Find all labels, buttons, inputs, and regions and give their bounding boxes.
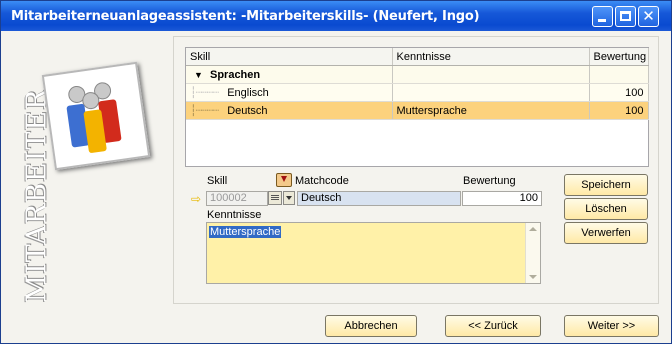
expand-triangle-icon[interactable]: ▼ xyxy=(194,70,203,80)
table-row[interactable]: ┆┈┈┈┈ Englisch 100 xyxy=(186,83,649,102)
window-title: Mitarbeiterneuanlageassistent: -Mitarbei… xyxy=(11,9,480,24)
cell-skill: ┆┈┈┈┈ Deutsch xyxy=(186,101,393,120)
group-cell-empty xyxy=(589,65,649,84)
cell-bewertung: 100 xyxy=(589,101,649,120)
minimize-button[interactable] xyxy=(592,6,613,27)
minimize-icon xyxy=(598,19,606,22)
group-cell: ▼ Sprachen xyxy=(186,65,393,84)
kenntnisse-text: Muttersprache xyxy=(209,226,282,238)
dropdown-arrow-icon[interactable] xyxy=(283,191,295,205)
speichern-button[interactable]: Speichern xyxy=(564,174,648,196)
abbrechen-button[interactable]: Abbrechen xyxy=(325,315,417,337)
scroll-down-icon[interactable] xyxy=(529,275,537,279)
title-bar: Mitarbeiterneuanlageassistent: -Mitarbei… xyxy=(1,1,671,31)
kenntnisse-label: Kenntnisse xyxy=(207,209,262,221)
cell-bewertung: 100 xyxy=(589,83,649,102)
kenntnisse-textarea[interactable]: Muttersprache xyxy=(206,222,541,284)
maximize-button[interactable] xyxy=(615,6,636,27)
close-icon: ✕ xyxy=(642,7,655,25)
lookup-list-icon[interactable] xyxy=(268,191,282,205)
column-header-kenntnisse[interactable]: Kenntnisse xyxy=(392,48,590,66)
bewertung-field[interactable]: 100 xyxy=(462,191,542,206)
skill-label: Englisch xyxy=(227,87,269,99)
skill-label: Deutsch xyxy=(227,105,268,117)
people-group-icon xyxy=(41,61,151,171)
table-row-selected[interactable]: ┆┈┈┈┈ Deutsch Muttersprache 100 xyxy=(186,101,649,120)
matchcode-field[interactable]: Deutsch xyxy=(297,191,461,206)
bewertung-label: Bewertung xyxy=(463,175,516,187)
loeschen-button[interactable]: Löschen xyxy=(564,198,648,220)
sidebar-banner: MITARBEITER xyxy=(10,36,160,306)
group-cell-empty xyxy=(392,65,590,84)
matchcode-icon[interactable] xyxy=(276,173,292,187)
cell-kenntnisse: Muttersprache xyxy=(392,101,590,120)
group-label: Sprachen xyxy=(209,68,261,81)
current-row-arrow-icon: ⇨ xyxy=(191,192,202,206)
weiter-button[interactable]: Weiter >> xyxy=(564,315,659,337)
cell-skill: ┆┈┈┈┈ Englisch xyxy=(186,83,393,102)
skills-grid[interactable]: Skill Kenntnisse Bewertung ▼ Sprachen ┆┈… xyxy=(185,47,649,167)
group-row-sprachen[interactable]: ▼ Sprachen xyxy=(186,65,649,84)
grid-header: Skill Kenntnisse Bewertung xyxy=(186,48,649,66)
column-header-bewertung[interactable]: Bewertung xyxy=(589,48,649,66)
close-button[interactable]: ✕ xyxy=(638,6,659,27)
cell-kenntnisse xyxy=(392,83,590,102)
textarea-scrollbar[interactable] xyxy=(525,223,540,283)
skill-id-field[interactable]: 100002 xyxy=(206,191,268,206)
scroll-up-icon[interactable] xyxy=(529,227,537,231)
column-header-skill[interactable]: Skill xyxy=(186,48,393,66)
maximize-icon xyxy=(620,11,631,21)
skill-label: Skill xyxy=(207,175,228,187)
zurueck-button[interactable]: << Zurück xyxy=(445,315,541,337)
matchcode-label: Matchcode xyxy=(295,175,349,187)
verwerfen-button[interactable]: Verwerfen xyxy=(564,222,648,244)
